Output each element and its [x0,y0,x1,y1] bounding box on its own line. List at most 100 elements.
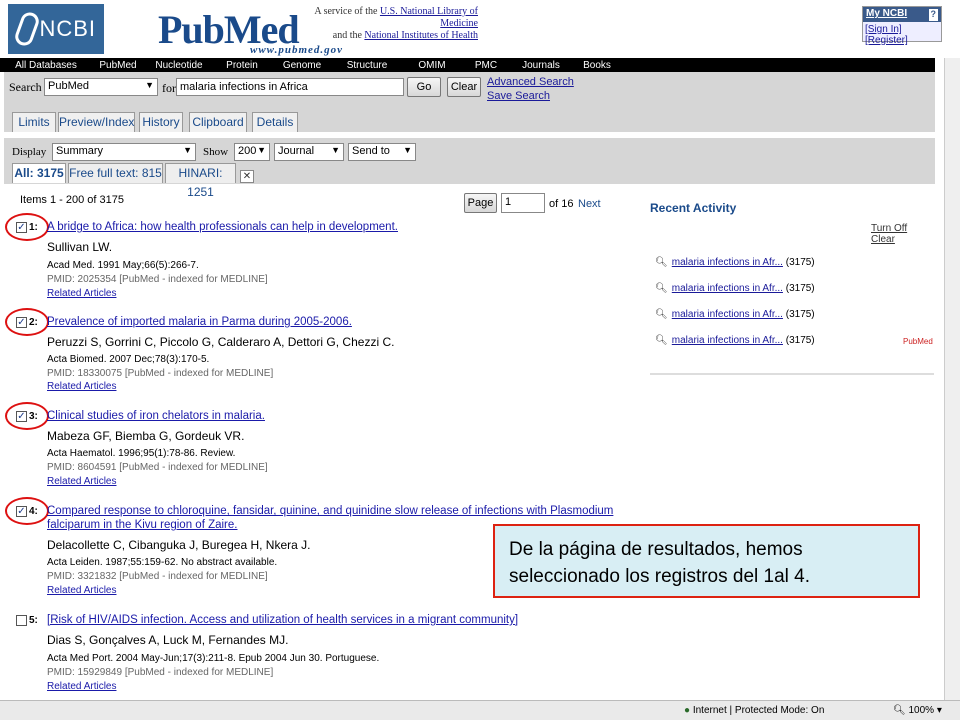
recent-search-link[interactable]: malaria infections in Afr... [672,283,783,294]
result-title-link[interactable]: Clinical studies of iron chelators in ma… [47,409,265,423]
tab-preview-index[interactable]: Preview/Index [58,112,135,132]
nav-nucleotide[interactable]: Nucleotide [144,60,214,71]
recent-activity-title: Recent Activity [650,201,737,215]
related-articles-link[interactable]: Related Articles [47,681,116,692]
send-to-select[interactable]: Send to ▼ [348,143,416,161]
tab-clipboard[interactable]: Clipboard [189,112,247,132]
nav-journals[interactable]: Journals [508,60,574,71]
ncbi-header: NCBI PubMed www.pubmed.gov A service of … [0,0,960,58]
search-icon: 🔍︎ [655,257,668,268]
recent-search-link[interactable]: malaria infections in Afr... [672,257,783,268]
page-total: of 16 [549,198,574,210]
my-ncbi-title[interactable]: My NCBI [866,8,907,21]
page-button[interactable]: Page [464,193,497,213]
result-item: 5: [Risk of HIV/AIDS infection. Access a… [16,613,616,695]
recent-activity-item: 🔍︎ malaria infections in Afr... (3175) [655,283,815,294]
tab-details[interactable]: Details [252,112,298,132]
result-checkbox[interactable]: ✓ [16,411,27,422]
status-bar: ● Internet | Protected Mode: On 🔍︎ 100% … [0,700,960,720]
result-checkbox[interactable]: ✓ [16,317,27,328]
nav-all-databases[interactable]: All Databases [0,60,92,71]
show-label: Show [203,146,229,158]
page-number-input[interactable]: 1 [501,193,545,213]
ncbi-logo[interactable]: NCBI [8,4,104,54]
tab-history[interactable]: History [139,112,183,132]
database-select[interactable]: PubMed ▼ [44,78,158,96]
result-checkbox[interactable]: ✓ [16,222,27,233]
recent-count: (3175) [785,283,815,294]
recent-search-link[interactable]: malaria infections in Afr... [672,335,783,346]
result-source: Acta Leiden. 1987;55:159-62. No abstract… [47,557,278,568]
advanced-search-link[interactable]: Advanced Search [487,76,574,88]
selection-highlight [5,213,49,241]
result-title-link[interactable]: Compared response to chloroquine, fansid… [47,504,613,518]
recent-activity-panel: Recent Activity Turn Off Clear 🔍︎ malari… [650,201,934,377]
recent-activity-item: 🔍︎ malaria infections in Afr... (3175) [655,309,815,320]
pubmed-url: www.pubmed.gov [250,44,344,56]
result-title-link-continued[interactable]: falciparum in the Kivu region of Zaire. [47,518,237,532]
nav-pubmed[interactable]: PubMed [92,60,144,71]
nav-structure[interactable]: Structure [334,60,400,71]
search-label: Search [9,80,42,94]
result-source: Acta Haematol. 1996;95(1):78-86. Review. [47,448,236,459]
scrollbar[interactable] [944,58,960,700]
help-icon[interactable]: ? [928,9,938,21]
my-ncbi-title-bar: My NCBI ? [863,7,941,22]
nav-books[interactable]: Books [574,60,620,71]
clear-button[interactable]: Clear [447,77,481,97]
chevron-down-icon: ▼ [331,145,340,155]
result-source: Acta Biomed. 2007 Dec;78(3):170-5. [47,354,210,365]
sort-select[interactable]: Journal ▼ [274,143,344,161]
result-number: 2: [29,317,38,328]
clear-activity-link[interactable]: Clear [871,234,895,245]
recent-search-link[interactable]: malaria infections in Afr... [672,309,783,320]
turn-off-link[interactable]: Turn Off [871,223,907,234]
related-articles-link[interactable]: Related Articles [47,288,116,299]
display-format-select[interactable]: Summary ▼ [52,143,196,161]
chevron-down-icon: ▼ [145,80,154,90]
result-title-link[interactable]: A bridge to Africa: how health professio… [47,220,398,234]
nav-pmc[interactable]: PMC [464,60,508,71]
result-checkbox[interactable]: ✓ [16,506,27,517]
show-count-select[interactable]: 200 ▼ [234,143,270,161]
tab-limits[interactable]: Limits [12,112,56,132]
nav-genome[interactable]: Genome [270,60,334,71]
next-page-link[interactable]: Next [578,198,601,210]
tools-icon[interactable]: ✕ [240,170,254,183]
result-authors: Mabeza GF, Biemba G, Gordeuk VR. [47,429,245,443]
nih-link[interactable]: National Institutes of Health [364,30,478,41]
related-articles-link[interactable]: Related Articles [47,585,116,596]
recent-activity-item: 🔍︎ malaria infections in Afr... (3175) [655,335,815,346]
result-title-link[interactable]: Prevalence of imported malaria in Parma … [47,315,352,329]
zoom-level[interactable]: 🔍︎ 100% ▾ [893,705,942,716]
items-count: Items 1 - 200 of 3175 [20,194,124,206]
go-button[interactable]: Go [407,77,441,97]
callout-line-1: De la página de resultados, hemos [509,539,803,560]
search-icon: 🔍︎ [655,335,668,346]
result-checkbox[interactable] [16,615,27,626]
sign-in-link[interactable]: [Sign In] [865,24,902,35]
result-authors: Sullivan LW. [47,240,113,254]
register-link[interactable]: [Register] [865,35,908,46]
divider [650,373,934,375]
result-item: ✓ 2: Prevalence of imported malaria in P… [5,308,616,399]
nlm-link[interactable]: U.S. National Library of Medicine [380,6,478,29]
related-articles-link[interactable]: Related Articles [47,381,116,392]
browser-page: NCBI PubMed www.pubmed.gov A service of … [0,0,960,720]
tab-hinari[interactable]: HINARI: 1251 [165,163,236,199]
search-icon: 🔍︎ [655,309,668,320]
ncbi-logo-text: NCBI [39,16,96,41]
tab-all-results[interactable]: All: 3175 [12,163,66,183]
result-authors: Dias S, Gonçalves A, Luck M, Fernandes M… [47,633,289,647]
ncbi-helix-icon [12,9,42,49]
database-nav-bar: All Databases PubMed Nucleotide Protein … [0,58,935,72]
tab-free-full-text[interactable]: Free full text: 815 [68,163,163,183]
save-search-link[interactable]: Save Search [487,90,550,102]
nav-protein[interactable]: Protein [214,60,270,71]
pubmed-tag: PubMed [903,337,933,346]
result-title-link[interactable]: [Risk of HIV/AIDS infection. Access and … [47,613,518,627]
nav-omim[interactable]: OMIM [400,60,464,71]
related-articles-link[interactable]: Related Articles [47,476,116,487]
search-input[interactable]: malaria infections in Africa [176,78,404,96]
result-pmid: PMID: 2025354 [PubMed - indexed for MEDL… [47,274,268,285]
